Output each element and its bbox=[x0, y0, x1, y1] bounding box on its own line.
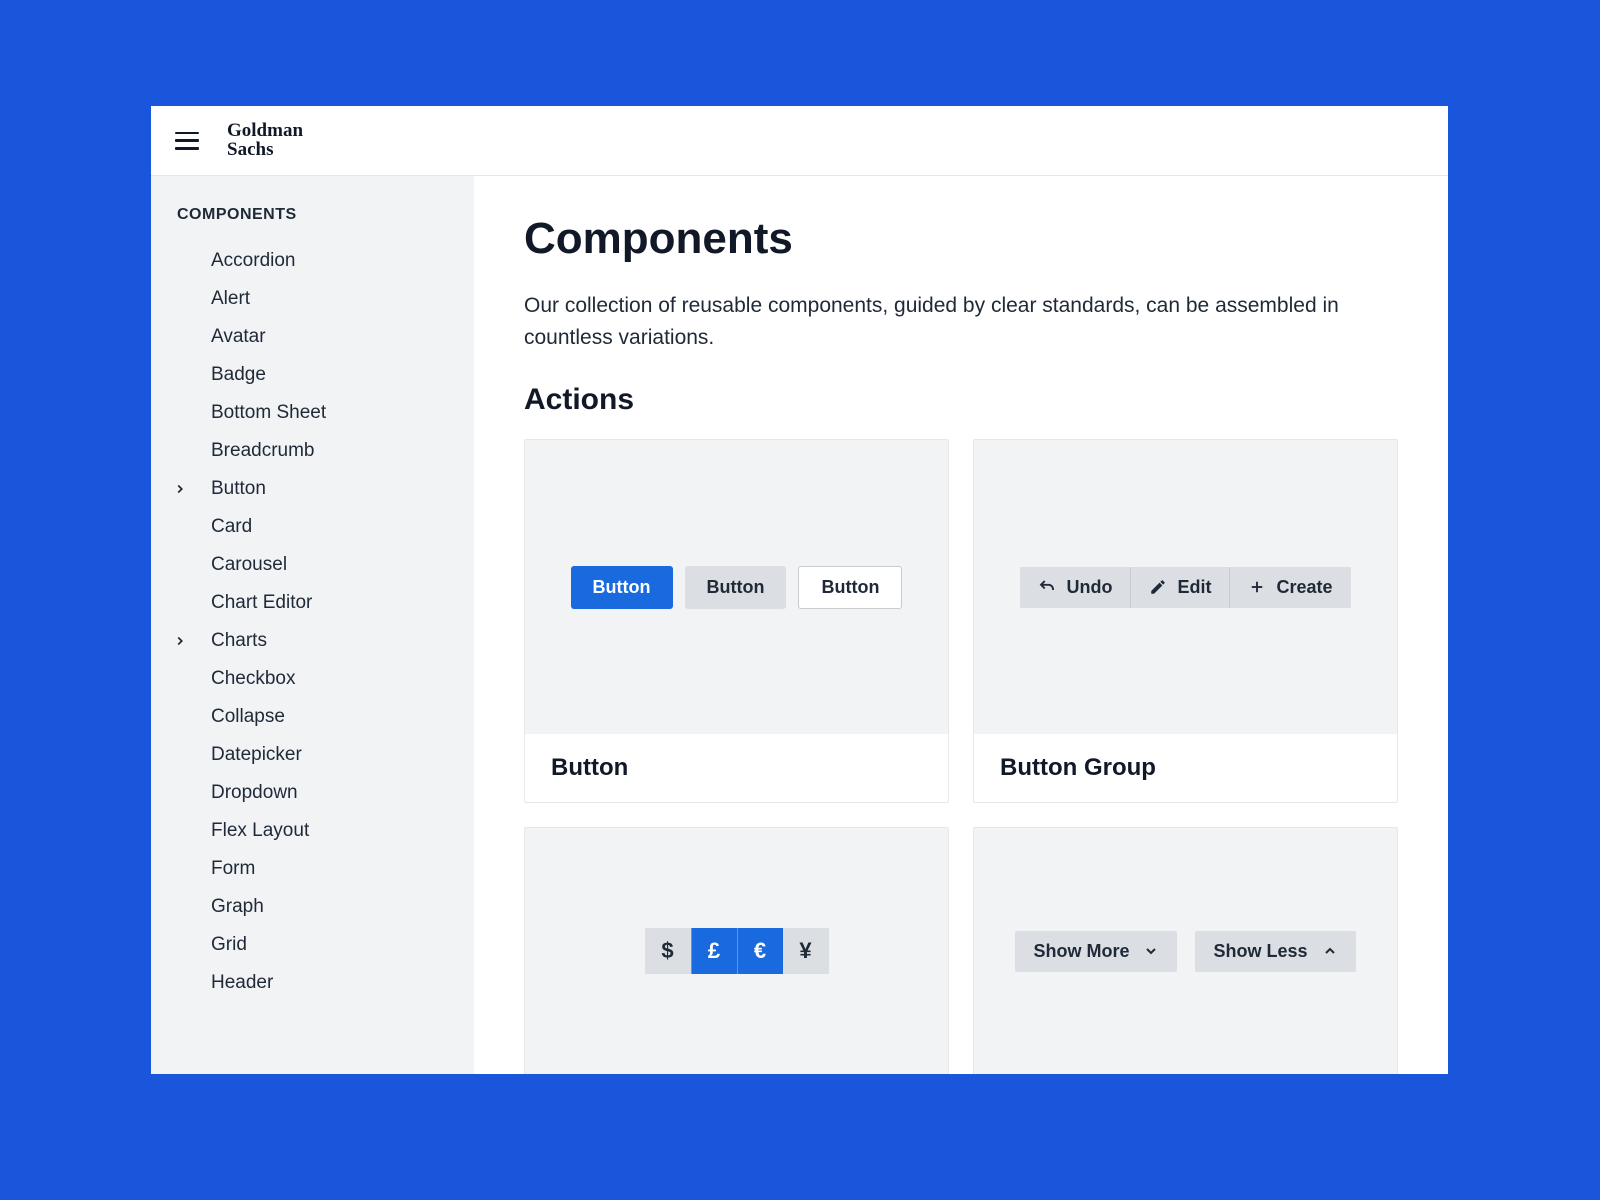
sidebar-item-label: Datepicker bbox=[191, 744, 302, 766]
sidebar-item-label: Card bbox=[191, 516, 252, 538]
sidebar-item-label: Chart Editor bbox=[191, 592, 312, 614]
topbar: Goldman Sachs bbox=[151, 106, 1448, 176]
chevron-right-icon bbox=[173, 482, 187, 496]
sidebar-item-label: Alert bbox=[191, 288, 250, 310]
sidebar-item-graph[interactable]: Graph bbox=[151, 888, 474, 926]
example-button-outline[interactable]: Button bbox=[798, 566, 902, 609]
logo-line-1: Goldman bbox=[227, 122, 303, 140]
section-title-actions: Actions bbox=[524, 383, 1398, 417]
sidebar-item-datepicker[interactable]: Datepicker bbox=[151, 736, 474, 774]
card-button-preview: Button Button Button bbox=[525, 440, 948, 734]
sidebar-item-grid[interactable]: Grid bbox=[151, 926, 474, 964]
page-title: Components bbox=[524, 214, 1398, 264]
sidebar-item-breadcrumb[interactable]: Breadcrumb bbox=[151, 432, 474, 470]
card-button-title: Button bbox=[525, 734, 948, 802]
menu-icon[interactable] bbox=[175, 132, 199, 150]
button-group-undo-label: Undo bbox=[1066, 577, 1112, 598]
main-content: Components Our collection of reusable co… bbox=[474, 176, 1448, 1074]
segment-¥[interactable]: ¥ bbox=[783, 928, 829, 974]
show-more-label: Show More bbox=[1033, 941, 1129, 962]
app-window: Goldman Sachs COMPONENTS AccordionAlertA… bbox=[151, 106, 1448, 1074]
sidebar-item-dropdown[interactable]: Dropdown bbox=[151, 774, 474, 812]
toggle-button-row: Show More Show Less bbox=[1015, 931, 1355, 972]
show-less-button[interactable]: Show Less bbox=[1195, 931, 1355, 972]
undo-icon bbox=[1038, 578, 1056, 596]
sidebar-item-label: Grid bbox=[191, 934, 247, 956]
card-grid: Button Button Button Button Undo bbox=[524, 439, 1398, 1074]
sidebar-item-avatar[interactable]: Avatar bbox=[151, 318, 474, 356]
sidebar-item-chart-editor[interactable]: Chart Editor bbox=[151, 584, 474, 622]
sidebar-item-label: Accordion bbox=[191, 250, 296, 272]
sidebar-item-label: Charts bbox=[191, 630, 267, 652]
sidebar-item-checkbox[interactable]: Checkbox bbox=[151, 660, 474, 698]
example-segmented-control: $£€¥ bbox=[645, 928, 829, 974]
segment-€[interactable]: € bbox=[737, 928, 783, 974]
example-button-secondary[interactable]: Button bbox=[685, 566, 787, 609]
plus-icon bbox=[1248, 578, 1266, 596]
sidebar-item-alert[interactable]: Alert bbox=[151, 280, 474, 318]
sidebar-item-button[interactable]: Button bbox=[151, 470, 474, 508]
button-group-undo[interactable]: Undo bbox=[1020, 567, 1131, 608]
card-button-group-preview: Undo Edit Create bbox=[974, 440, 1397, 734]
sidebar-item-label: Bottom Sheet bbox=[191, 402, 326, 424]
brand-logo: Goldman Sachs bbox=[227, 122, 303, 158]
button-group-create-label: Create bbox=[1276, 577, 1332, 598]
sidebar-item-label: Header bbox=[191, 972, 273, 994]
sidebar-item-accordion[interactable]: Accordion bbox=[151, 242, 474, 280]
button-group-edit-label: Edit bbox=[1177, 577, 1211, 598]
body: COMPONENTS Accordion Alert Avatar Badge Bott… bbox=[151, 176, 1448, 1074]
card-toggle-preview: Show More Show Less bbox=[974, 828, 1397, 1074]
sidebar: COMPONENTS Accordion Alert Avatar Badge Bott… bbox=[151, 176, 474, 1074]
sidebar-item-label: Flex Layout bbox=[191, 820, 309, 842]
chevron-up-icon bbox=[1322, 943, 1338, 959]
card-button-group-title: Button Group bbox=[974, 734, 1397, 802]
sidebar-item-label: Carousel bbox=[191, 554, 287, 576]
sidebar-item-card[interactable]: Card bbox=[151, 508, 474, 546]
segment-$[interactable]: $ bbox=[645, 928, 691, 974]
sidebar-item-label: Button bbox=[191, 478, 266, 500]
chevron-right-icon bbox=[173, 634, 187, 648]
card-segmented[interactable]: $£€¥ bbox=[524, 827, 949, 1074]
sidebar-item-label: Avatar bbox=[191, 326, 266, 348]
button-group-edit[interactable]: Edit bbox=[1131, 567, 1230, 608]
sidebar-item-badge[interactable]: Badge bbox=[151, 356, 474, 394]
card-toggle[interactable]: Show More Show Less bbox=[973, 827, 1398, 1074]
show-more-button[interactable]: Show More bbox=[1015, 931, 1177, 972]
card-segmented-preview: $£€¥ bbox=[525, 828, 948, 1074]
logo-line-2: Sachs bbox=[227, 141, 303, 159]
sidebar-item-label: Badge bbox=[191, 364, 266, 386]
sidebar-item-charts[interactable]: Charts bbox=[151, 622, 474, 660]
sidebar-item-bottom-sheet[interactable]: Bottom Sheet bbox=[151, 394, 474, 432]
chevron-down-icon bbox=[1143, 943, 1159, 959]
sidebar-item-carousel[interactable]: Carousel bbox=[151, 546, 474, 584]
example-button-group: Undo Edit Create bbox=[1020, 567, 1350, 608]
sidebar-item-flex-layout[interactable]: Flex Layout bbox=[151, 812, 474, 850]
sidebar-item-label: Breadcrumb bbox=[191, 440, 315, 462]
edit-icon bbox=[1149, 578, 1167, 596]
sidebar-list: Accordion Alert Avatar Badge Bottom Sheet Bre… bbox=[151, 242, 474, 1002]
show-less-label: Show Less bbox=[1213, 941, 1307, 962]
sidebar-title: COMPONENTS bbox=[151, 206, 474, 242]
sidebar-item-label: Graph bbox=[191, 896, 264, 918]
sidebar-item-label: Form bbox=[191, 858, 255, 880]
sidebar-item-collapse[interactable]: Collapse bbox=[151, 698, 474, 736]
sidebar-item-form[interactable]: Form bbox=[151, 850, 474, 888]
sidebar-item-label: Checkbox bbox=[191, 668, 296, 690]
button-examples-row: Button Button Button bbox=[571, 566, 903, 609]
card-button[interactable]: Button Button Button Button bbox=[524, 439, 949, 803]
sidebar-item-header[interactable]: Header bbox=[151, 964, 474, 1002]
button-group-create[interactable]: Create bbox=[1230, 567, 1350, 608]
sidebar-item-label: Dropdown bbox=[191, 782, 298, 804]
card-button-group[interactable]: Undo Edit Create Button G bbox=[973, 439, 1398, 803]
example-button-primary[interactable]: Button bbox=[571, 566, 673, 609]
segment-£[interactable]: £ bbox=[691, 928, 737, 974]
sidebar-item-label: Collapse bbox=[191, 706, 285, 728]
page-description: Our collection of reusable components, g… bbox=[524, 290, 1398, 353]
